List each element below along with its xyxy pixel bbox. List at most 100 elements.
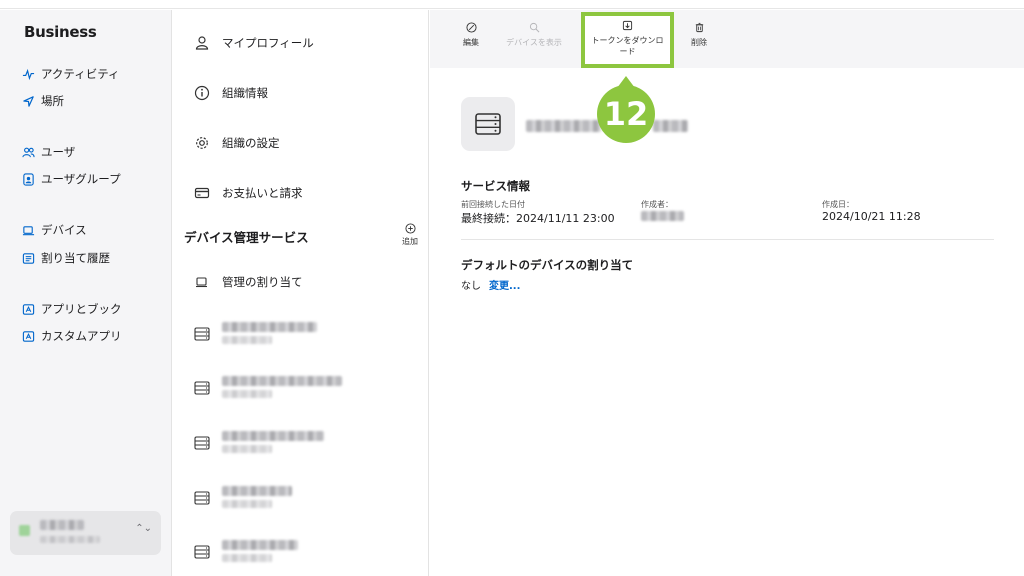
sidebar-item-label: アプリとブック bbox=[41, 302, 122, 316]
gear-icon bbox=[196, 137, 208, 149]
change-link[interactable]: 変更... bbox=[489, 277, 520, 292]
server-detail-redacted bbox=[222, 390, 272, 398]
service-info-title: サービス情報 bbox=[461, 179, 530, 193]
add-label: 追加 bbox=[402, 237, 418, 246]
server-list-item[interactable] bbox=[194, 320, 414, 350]
sidebar-item-devices[interactable]: デバイス bbox=[22, 220, 87, 240]
last-connected-value: 最終接続：2024/11/11 23:00 bbox=[461, 212, 615, 225]
menu-item-label: 組織情報 bbox=[222, 86, 268, 100]
show-devices-button[interactable]: デバイスを表示 bbox=[504, 22, 564, 48]
menu-item-management-assignment[interactable]: 管理の割り当て bbox=[194, 271, 303, 293]
account-switcher[interactable]: ⌃⌄ bbox=[10, 511, 161, 555]
brand-name: Business bbox=[24, 23, 97, 41]
sidebar-item-location[interactable]: 場所 bbox=[22, 91, 64, 111]
settings-list: マイプロフィール 組織情報 組織の設定 お支払いと請求 デバイス管理サービス 追… bbox=[173, 10, 429, 576]
sidebar-item-activity[interactable]: アクティビティ bbox=[22, 64, 120, 84]
menu-item-label: お支払いと請求 bbox=[222, 186, 303, 200]
created-label: 作成日： bbox=[822, 200, 854, 209]
last-connected-label: 前回接続した日付 bbox=[461, 200, 525, 209]
menu-item-billing[interactable]: お支払いと請求 bbox=[194, 182, 303, 204]
server-icon bbox=[475, 113, 501, 135]
server-name-redacted bbox=[222, 431, 324, 441]
menu-item-my-profile[interactable]: マイプロフィール bbox=[194, 32, 314, 54]
menu-item-label: マイプロフィール bbox=[222, 36, 314, 50]
download-token-label: トークンをダウンロ bbox=[591, 36, 664, 45]
server-detail-redacted bbox=[222, 336, 272, 344]
server-detail-redacted bbox=[222, 500, 272, 508]
server-name-redacted bbox=[222, 486, 292, 496]
default-assignment-value: なし bbox=[461, 281, 481, 292]
step-callout: 12 bbox=[597, 85, 655, 143]
menu-item-label: 管理の割り当て bbox=[222, 275, 303, 289]
server-list-item[interactable] bbox=[194, 484, 414, 514]
sidebar: Business アクティビティ 場所 ユーザ ユーザグループ デバイス 割り当… bbox=[0, 10, 172, 576]
sidebar-item-label: 場所 bbox=[41, 94, 64, 108]
server-name-redacted bbox=[222, 322, 317, 332]
sidebar-item-label: ユーザ bbox=[41, 145, 76, 159]
download-token-label-wrap: ード bbox=[619, 47, 636, 56]
created-value: 2024/10/21 11:28 bbox=[822, 210, 921, 223]
location-arrow-icon bbox=[23, 95, 34, 107]
sidebar-item-assignment-history[interactable]: 割り当て履歴 bbox=[22, 248, 110, 268]
server-large-icon bbox=[461, 97, 515, 151]
user-group-icon bbox=[23, 172, 34, 186]
divider bbox=[461, 239, 994, 240]
download-icon bbox=[622, 20, 633, 31]
server-icon bbox=[194, 436, 210, 450]
server-icon bbox=[194, 381, 210, 395]
laptop-icon bbox=[196, 277, 207, 288]
delete-label: 削除 bbox=[691, 38, 707, 47]
sidebar-item-users[interactable]: ユーザ bbox=[22, 142, 75, 162]
server-detail-redacted bbox=[222, 445, 272, 453]
sidebar-item-label: 割り当て履歴 bbox=[41, 251, 110, 265]
credit-card-icon bbox=[194, 187, 210, 199]
sidebar-item-custom-apps[interactable]: カスタムアプリ bbox=[22, 326, 122, 346]
server-title-redacted-end bbox=[653, 120, 688, 132]
sidebar-item-label: ユーザグループ bbox=[41, 172, 121, 186]
account-org-redacted bbox=[40, 536, 100, 543]
sidebar-item-label: デバイス bbox=[41, 223, 87, 237]
server-name-redacted bbox=[222, 376, 342, 386]
account-avatar bbox=[19, 525, 30, 536]
server-list-item[interactable] bbox=[194, 429, 414, 459]
sidebar-item-apps-books[interactable]: アプリとブック bbox=[22, 299, 122, 319]
edit-button[interactable]: 編集 bbox=[460, 22, 482, 48]
sidebar-item-label: アクティビティ bbox=[41, 67, 120, 81]
trash-icon bbox=[695, 22, 703, 33]
default-assignment-title: デフォルトのデバイスの割り当て bbox=[461, 258, 634, 272]
sidebar-item-label: カスタムアプリ bbox=[41, 329, 122, 343]
toolbar: 編集 デバイスを表示 トークンをダウンロ ード 削除 bbox=[430, 10, 1024, 68]
download-token-button[interactable]: トークンをダウンロ ード bbox=[581, 12, 674, 68]
edit-label: 編集 bbox=[463, 38, 479, 47]
custom-app-icon bbox=[22, 330, 35, 342]
laptop-icon bbox=[22, 225, 35, 235]
list-icon bbox=[22, 252, 35, 264]
add-button[interactable]: 追加 bbox=[399, 223, 421, 247]
users-icon bbox=[22, 147, 35, 157]
menu-item-org-info[interactable]: 組織情報 bbox=[194, 82, 268, 104]
chevron-updown-icon: ⌃⌄ bbox=[135, 523, 152, 534]
server-list-item[interactable] bbox=[194, 538, 414, 568]
server-name-redacted bbox=[222, 540, 298, 550]
menu-item-label: 組織の設定 bbox=[222, 136, 280, 150]
server-list-item[interactable] bbox=[194, 374, 414, 404]
creator-value-redacted bbox=[641, 211, 684, 221]
menu-item-org-settings[interactable]: 組織の設定 bbox=[194, 132, 280, 154]
person-icon bbox=[195, 36, 209, 50]
search-icon bbox=[529, 22, 539, 33]
info-icon bbox=[194, 85, 210, 101]
server-detail-redacted bbox=[222, 554, 272, 562]
show-devices-label: デバイスを表示 bbox=[506, 38, 562, 47]
server-icon bbox=[194, 545, 210, 559]
sidebar-item-user-groups[interactable]: ユーザグループ bbox=[22, 169, 121, 189]
server-icon bbox=[194, 327, 210, 341]
app-icon bbox=[22, 303, 35, 315]
activity-icon bbox=[22, 68, 35, 80]
top-bar bbox=[0, 0, 1024, 9]
server-icon bbox=[194, 491, 210, 505]
edit-icon bbox=[465, 22, 477, 33]
brand-logo[interactable]: Business bbox=[23, 23, 97, 41]
delete-button[interactable]: 削除 bbox=[688, 22, 710, 48]
section-title-device-management: デバイス管理サービス bbox=[184, 230, 309, 245]
server-title-redacted bbox=[526, 120, 601, 132]
